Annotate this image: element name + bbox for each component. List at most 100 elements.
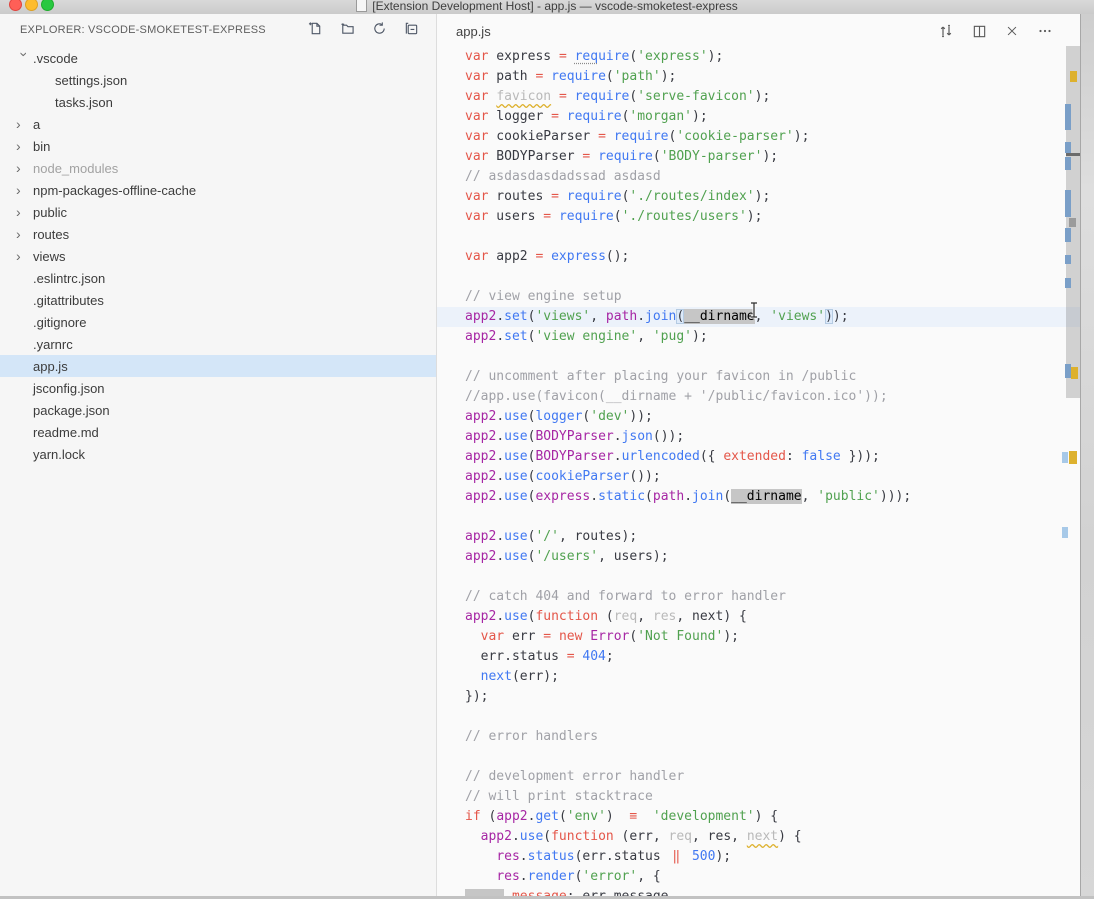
word-occurrence-highlight: __dirname xyxy=(731,489,801,504)
ruler-decoration xyxy=(1071,367,1078,379)
chevron-collapsed-icon[interactable]: › xyxy=(16,205,33,219)
code-line[interactable]: if (app2.get('env') ≡ 'development') { xyxy=(437,807,1081,827)
code-line[interactable] xyxy=(437,567,1081,587)
ruler-decoration xyxy=(1066,153,1081,156)
code-line[interactable]: err.status = 404; xyxy=(437,647,1081,667)
code-line[interactable] xyxy=(437,707,1081,727)
code-line[interactable]: var path = require('path'); xyxy=(437,67,1081,87)
tree-item-routes[interactable]: ›routes xyxy=(0,223,436,245)
tree-item-.gitattributes[interactable]: ›.gitattributes xyxy=(0,289,436,311)
tree-item-.eslintrc.json[interactable]: ›.eslintrc.json xyxy=(0,267,436,289)
tree-item-bin[interactable]: ›bin xyxy=(0,135,436,157)
close-icon[interactable] xyxy=(1004,23,1020,39)
window-title: [Extension Development Host] - app.js — … xyxy=(372,0,737,13)
code-line[interactable]: app2.use('/users', users); xyxy=(437,547,1081,567)
tree-item-label: bin xyxy=(33,139,50,154)
chevron-collapsed-icon[interactable]: › xyxy=(16,139,33,153)
tree-item-package.json[interactable]: ›package.json xyxy=(0,399,436,421)
code-line[interactable]: res.render('error', { xyxy=(437,867,1081,887)
tree-item-settings.json[interactable]: ›settings.json xyxy=(0,69,436,91)
explorer-sidebar: EXPLORER: VSCODE-SMOKETEST-EXPRESS ›.vsc… xyxy=(0,14,437,899)
code-line[interactable]: app2.use(cookieParser()); xyxy=(437,467,1081,487)
tree-item-label: npm-packages-offline-cache xyxy=(33,183,196,198)
code-line[interactable]: next(err); xyxy=(437,667,1081,687)
chevron-collapsed-icon[interactable]: › xyxy=(16,161,33,175)
chevron-collapsed-icon[interactable]: › xyxy=(16,249,33,263)
tree-item-tasks.json[interactable]: ›tasks.json xyxy=(0,91,436,113)
code-line[interactable]: res.status(err.status ‖ 500); xyxy=(437,847,1081,867)
tree-item-a[interactable]: ›a xyxy=(0,113,436,135)
tree-item-npm-packages-offline-cache[interactable]: ›npm-packages-offline-cache xyxy=(0,179,436,201)
tree-item-label: jsconfig.json xyxy=(33,381,105,396)
tree-item-label: .eslintrc.json xyxy=(33,271,105,286)
code-line[interactable]: var err = new Error('Not Found'); xyxy=(437,627,1081,647)
code-line[interactable]: //app.use(favicon(__dirname + '/public/f… xyxy=(437,387,1081,407)
tree-item-jsconfig.json[interactable]: ›jsconfig.json xyxy=(0,377,436,399)
tree-item-views[interactable]: ›views xyxy=(0,245,436,267)
new-file-icon[interactable] xyxy=(307,20,323,36)
code-line[interactable] xyxy=(437,347,1081,367)
code-line[interactable]: // catch 404 and forward to error handle… xyxy=(437,587,1081,607)
code-line[interactable]: app2.use(function (req, res, next) { xyxy=(437,607,1081,627)
code-line[interactable]: var users = require('./routes/users'); xyxy=(437,207,1081,227)
code-line[interactable] xyxy=(437,227,1081,247)
tree-item-label: .vscode xyxy=(33,51,78,66)
code-line[interactable]: // uncomment after placing your favicon … xyxy=(437,367,1081,387)
code-line[interactable]: var cookieParser = require('cookie-parse… xyxy=(437,127,1081,147)
code-line[interactable] xyxy=(437,267,1081,287)
tree-item-.vscode[interactable]: ›.vscode xyxy=(0,47,436,69)
tree-item-label: views xyxy=(33,249,66,264)
chevron-collapsed-icon[interactable]: › xyxy=(16,183,33,197)
file-tree: ›.vscode›settings.json›tasks.json›a›bin›… xyxy=(0,47,436,465)
ruler-decoration xyxy=(1065,190,1071,217)
code-line[interactable]: // asdasdasdadssad asdasd xyxy=(437,167,1081,187)
chevron-collapsed-icon[interactable]: › xyxy=(16,117,33,131)
code-line[interactable]: app2.use(BODYParser.urlencoded({ extende… xyxy=(437,447,1081,467)
refresh-icon[interactable] xyxy=(371,20,387,36)
code-line[interactable]: var express = require('express'); xyxy=(437,47,1081,67)
code-line[interactable]: var app2 = express(); xyxy=(437,247,1081,267)
tab-label: app.js xyxy=(456,24,491,39)
tree-item-label: package.json xyxy=(33,403,110,418)
tree-item-label: app.js xyxy=(33,359,68,374)
tree-item-label: public xyxy=(33,205,67,220)
tree-item-node_modules[interactable]: ›node_modules xyxy=(0,157,436,179)
tab-app-js[interactable]: app.js xyxy=(437,14,491,48)
code-editor[interactable]: var express = require('express');var pat… xyxy=(437,47,1081,899)
tree-item-.gitignore[interactable]: ›.gitignore xyxy=(0,311,436,333)
code-line[interactable] xyxy=(437,507,1081,527)
chevron-collapsed-icon[interactable]: › xyxy=(16,227,33,241)
open-changes-icon[interactable] xyxy=(938,23,954,39)
code-line[interactable]: app2.use(express.static(path.join(__dirn… xyxy=(437,487,1081,507)
chevron-expanded-icon[interactable]: › xyxy=(17,52,31,69)
code-line[interactable]: app2.use(function (err, req, res, next) … xyxy=(437,827,1081,847)
code-line[interactable]: }); xyxy=(437,687,1081,707)
code-line[interactable]: var routes = require('./routes/index'); xyxy=(437,187,1081,207)
tree-item-label: a xyxy=(33,117,40,132)
editor-tabbar: app.js xyxy=(437,14,1081,48)
code-line[interactable]: // development error handler xyxy=(437,767,1081,787)
tree-item-yarn.lock[interactable]: ›yarn.lock xyxy=(0,443,436,465)
ruler-decoration xyxy=(1065,157,1071,170)
code-line[interactable]: var logger = require('morgan'); xyxy=(437,107,1081,127)
code-line[interactable]: // error handlers xyxy=(437,727,1081,747)
tree-item-app.js[interactable]: ›app.js xyxy=(0,355,436,377)
ruler-decoration xyxy=(1062,452,1068,463)
mouse-ibeam-cursor xyxy=(748,301,761,324)
code-line[interactable]: var favicon = require('serve-favicon'); xyxy=(437,87,1081,107)
tree-item-label: readme.md xyxy=(33,425,99,440)
code-line[interactable]: app2.use(BODYParser.json()); xyxy=(437,427,1081,447)
code-line[interactable]: app2.use(logger('dev')); xyxy=(437,407,1081,427)
code-line[interactable]: var BODYParser = require('BODY-parser'); xyxy=(437,147,1081,167)
collapse-all-icon[interactable] xyxy=(403,20,419,36)
more-actions-icon[interactable] xyxy=(1037,23,1053,39)
tree-item-public[interactable]: ›public xyxy=(0,201,436,223)
split-editor-icon[interactable] xyxy=(971,23,987,39)
code-line[interactable] xyxy=(437,747,1081,767)
new-folder-icon[interactable] xyxy=(339,20,355,36)
tree-item-readme.md[interactable]: ›readme.md xyxy=(0,421,436,443)
code-line[interactable]: app2.use('/', routes); xyxy=(437,527,1081,547)
code-line[interactable]: app2.set('view engine', 'pug'); xyxy=(437,327,1081,347)
tree-item-.yarnrc[interactable]: ›.yarnrc xyxy=(0,333,436,355)
code-line[interactable]: // will print stacktrace xyxy=(437,787,1081,807)
